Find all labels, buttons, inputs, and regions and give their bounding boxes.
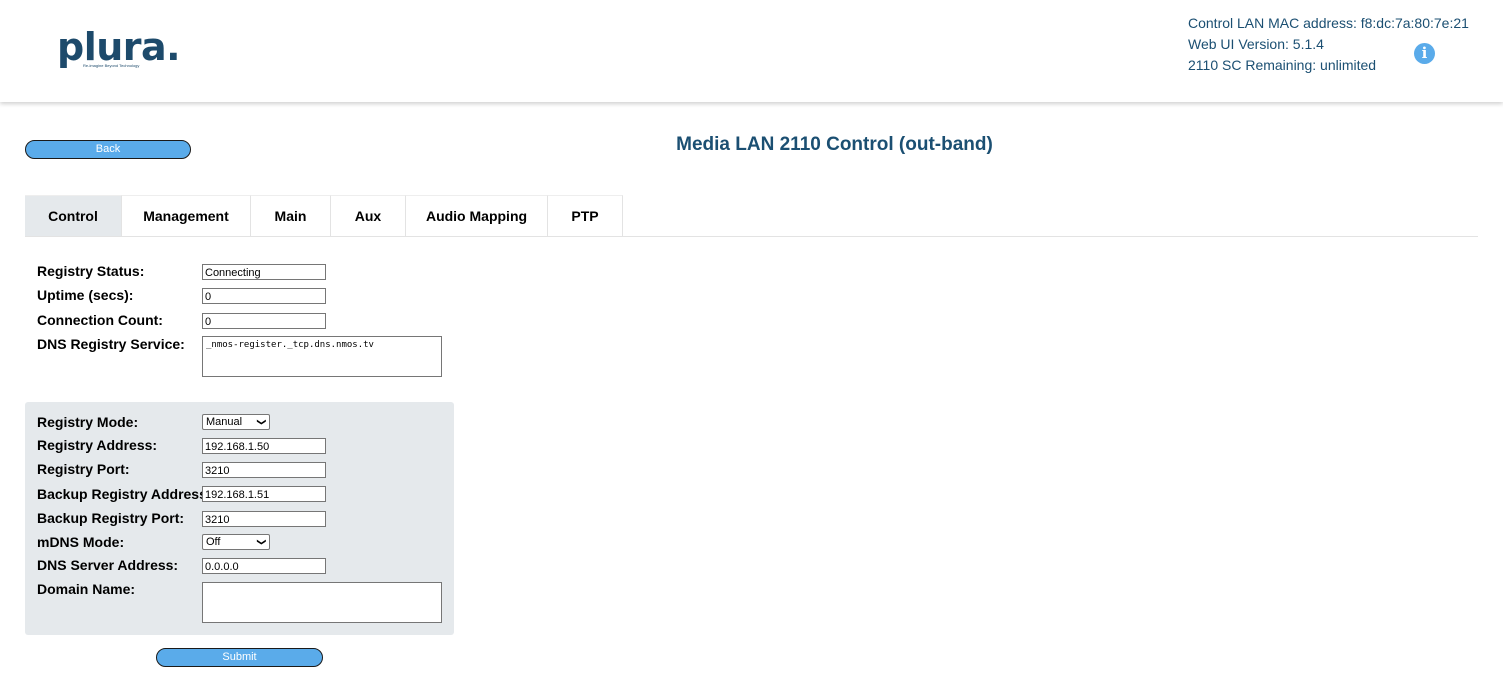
registry-mode-select[interactable]: Manual ❯ [202,414,270,430]
registry-mode-label: Registry Mode: [37,414,139,430]
backup-registry-port-field[interactable]: 3210 [202,511,326,527]
backup-registry-address-field[interactable]: 192.168.1.51 [202,486,326,502]
logo-tagline: Re-imagine Beyond Technology [83,63,140,68]
submit-button[interactable]: Submit [156,648,323,667]
chevron-down-icon: ❯ [257,418,268,426]
logo-dot: . [166,25,181,69]
registry-status-field[interactable]: Connecting [202,264,326,280]
registry-address-label: Registry Address: [37,437,158,453]
tab-ptp[interactable]: PTP [548,195,623,236]
uptime-field[interactable]: 0 [202,288,326,304]
uptime-label: Uptime (secs): [37,287,134,303]
tab-management[interactable]: Management [122,195,251,236]
tab-aux[interactable]: Aux [331,195,406,236]
tab-main[interactable]: Main [251,195,331,236]
dns-registry-service-label: DNS Registry Service: [37,336,185,352]
backup-registry-address-label: Backup Registry Address: [37,486,212,502]
dns-server-address-label: DNS Server Address: [37,557,179,573]
chevron-down-icon: ❯ [257,538,268,546]
info-icon[interactable]: i [1414,43,1435,64]
plura-logo: plura. Re-imagine Beyond Technology [57,25,181,69]
registry-port-field[interactable]: 3210 [202,462,326,478]
page-title: Media LAN 2110 Control (out-band) [676,134,993,155]
domain-name-label: Domain Name: [37,581,136,597]
mdns-mode-label: mDNS Mode: [37,534,125,550]
dns-registry-service-field[interactable]: _nmos-register._tcp.dns.nmos.tv [202,336,442,377]
connection-count-field[interactable]: 0 [202,313,326,329]
domain-name-field[interactable] [202,582,442,623]
registry-port-label: Registry Port: [37,461,130,477]
mac-address-text: Control LAN MAC address: f8:dc:7a:80:7e:… [1188,15,1469,31]
registry-mode-value: Manual [206,416,243,428]
mdns-mode-select[interactable]: Off ❯ [202,534,270,550]
header-bar: plura. Re-imagine Beyond Technology Cont… [0,0,1503,102]
tab-audio-mapping[interactable]: Audio Mapping [406,195,548,236]
connection-count-label: Connection Count: [37,312,163,328]
registry-address-field[interactable]: 192.168.1.50 [202,438,326,454]
registry-status-label: Registry Status: [37,263,145,279]
backup-registry-port-label: Backup Registry Port: [37,510,185,526]
tab-bar: Control Management Main Aux Audio Mappin… [25,195,1478,237]
mdns-mode-value: Off [206,536,221,548]
dns-server-address-field[interactable]: 0.0.0.0 [202,558,326,574]
tab-control[interactable]: Control [25,195,122,236]
